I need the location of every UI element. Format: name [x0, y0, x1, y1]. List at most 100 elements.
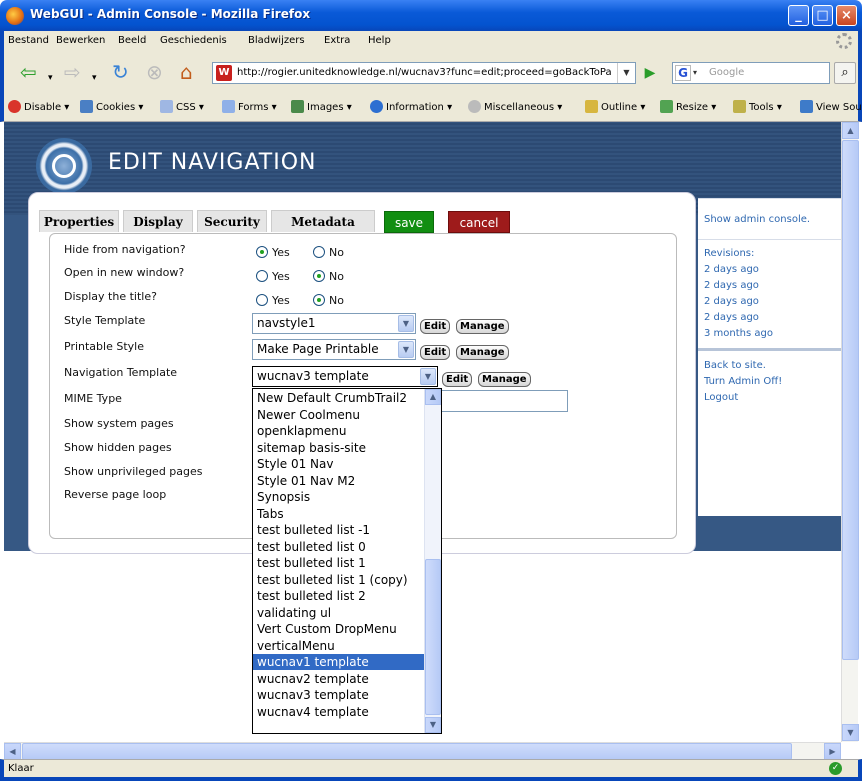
revision-link-5[interactable]: 3 months ago [704, 328, 773, 339]
revision-link-4[interactable]: 2 days ago [704, 312, 759, 323]
toolbar-images[interactable]: Images ▾ [291, 100, 352, 113]
google-engine-icon[interactable]: G [675, 65, 691, 81]
tab-metadata[interactable]: Metadata [271, 210, 375, 232]
dropdown-option[interactable]: test bulleted list 2 [253, 588, 424, 604]
dropdown-option[interactable]: wucnav2 template [253, 671, 424, 687]
revision-link-2[interactable]: 2 days ago [704, 280, 759, 291]
home-icon[interactable]: ⌂ [180, 61, 193, 83]
menu-extra[interactable]: Extra [324, 35, 350, 46]
forward-dropdown-icon[interactable]: ▾ [92, 67, 97, 89]
tab-security[interactable]: Security [197, 210, 267, 232]
toolbar-outline[interactable]: Outline ▾ [585, 100, 645, 113]
dropdown-option[interactable]: Newer Coolmenu [253, 407, 424, 423]
back-arrow-icon[interactable]: ⇦ [20, 61, 37, 83]
chevron-down-icon[interactable]: ▼ [398, 315, 414, 332]
stop-icon[interactable]: ⊗ [146, 61, 163, 83]
logout-link[interactable]: Logout [704, 392, 738, 403]
printable-style-select[interactable]: Make Page Printable ▼ [252, 339, 416, 360]
display-title-no-radio[interactable]: No [313, 294, 344, 307]
toolbar-forms[interactable]: Forms ▾ [222, 100, 277, 113]
minimize-button[interactable]: _ [788, 5, 809, 26]
go-arrow-icon[interactable]: ▶ [640, 62, 660, 84]
window-titlebar[interactable]: WebGUI - Admin Console - Mozilla Firefox… [0, 0, 862, 31]
dropdown-option[interactable]: Synopsis [253, 489, 424, 505]
address-dropdown-icon[interactable]: ▼ [617, 63, 635, 83]
navigation-template-select[interactable]: wucnav3 template ▼ [252, 366, 438, 387]
dropdown-option[interactable]: openklapmenu [253, 423, 424, 439]
scroll-left-icon[interactable]: ◀ [4, 743, 21, 760]
toolbar-view-source[interactable]: View Source ▾ [800, 100, 862, 113]
toolbar-miscellaneous[interactable]: Miscellaneous ▾ [468, 100, 562, 113]
chevron-down-icon[interactable]: ▼ [398, 341, 414, 358]
dropdown-option[interactable]: Style 01 Nav M2 [253, 473, 424, 489]
page-scroll-thumb[interactable] [842, 140, 859, 660]
scroll-down-icon[interactable]: ▼ [842, 724, 859, 741]
toolbar-css[interactable]: CSS ▾ [160, 100, 204, 113]
tab-properties[interactable]: Properties [39, 210, 119, 232]
toolbar-tools[interactable]: Tools ▾ [733, 100, 782, 113]
maximize-button[interactable]: □ [812, 5, 833, 26]
dropdown-option[interactable]: test bulleted list 1 [253, 555, 424, 571]
search-input[interactable]: G ▾ Google [672, 62, 830, 84]
dropdown-scroll-thumb[interactable] [425, 559, 441, 715]
toolbar-disable[interactable]: Disable ▾ [8, 100, 69, 113]
menu-bestand[interactable]: Bestand [8, 35, 49, 46]
dropdown-option[interactable]: verticalMenu [253, 638, 424, 654]
dropdown-scrollbar[interactable]: ▲ ▼ [424, 389, 441, 733]
dropdown-option[interactable]: Vert Custom DropMenu [253, 621, 424, 637]
dropdown-option[interactable]: sitemap basis-site [253, 440, 424, 456]
menu-beeld[interactable]: Beeld [118, 35, 146, 46]
dropdown-option[interactable]: test bulleted list 0 [253, 539, 424, 555]
revision-link-3[interactable]: 2 days ago [704, 296, 759, 307]
dropdown-option[interactable]: wucnav3 template [253, 687, 424, 703]
tab-display[interactable]: Display [123, 210, 193, 232]
scroll-down-icon[interactable]: ▼ [425, 717, 441, 733]
new-window-yes-radio[interactable]: Yes [256, 270, 290, 283]
menu-geschiedenis[interactable]: Geschiedenis [160, 35, 227, 46]
hide-nav-no-radio[interactable]: No [313, 246, 344, 259]
new-window-no-radio[interactable]: No [313, 270, 344, 283]
scroll-up-icon[interactable]: ▲ [425, 389, 441, 405]
navigation-template-dropdown[interactable]: New Default CrumbTrail2 Newer Coolmenu ope… [252, 388, 442, 734]
search-magnifier-icon[interactable]: ⌕ [834, 62, 856, 84]
scroll-up-icon[interactable]: ▲ [842, 122, 859, 139]
close-button[interactable]: × [836, 5, 857, 26]
page-hscroll-thumb[interactable] [22, 743, 792, 760]
hide-nav-yes-radio[interactable]: Yes [256, 246, 290, 259]
engine-dropdown-icon[interactable]: ▾ [693, 63, 697, 83]
menu-bladwijzers[interactable]: Bladwijzers [248, 35, 305, 46]
menu-bewerken[interactable]: Bewerken [56, 35, 105, 46]
toolbar-resize[interactable]: Resize ▾ [660, 100, 716, 113]
dropdown-option[interactable]: wucnav1 template [253, 654, 424, 670]
style-template-manage-button[interactable]: Manage [456, 319, 509, 334]
reload-icon[interactable]: ↻ [112, 61, 129, 83]
style-template-select[interactable]: navstyle1 ▼ [252, 313, 416, 334]
cancel-button[interactable]: cancel [448, 211, 510, 233]
page-vertical-scrollbar[interactable]: ▲ ▼ [841, 122, 859, 742]
dropdown-option[interactable]: New Default CrumbTrail2 [253, 390, 424, 406]
printable-style-edit-button[interactable]: Edit [420, 345, 451, 360]
navigation-template-edit-button[interactable]: Edit [442, 372, 473, 387]
navigation-template-manage-button[interactable]: Manage [478, 372, 531, 387]
dropdown-option[interactable]: test bulleted list 1 (copy) [253, 572, 424, 588]
chevron-down-icon[interactable]: ▼ [420, 368, 436, 385]
printable-style-manage-button[interactable]: Manage [456, 345, 509, 360]
style-template-edit-button[interactable]: Edit [420, 319, 451, 334]
scroll-right-icon[interactable]: ▶ [824, 743, 841, 760]
forward-arrow-icon[interactable]: ⇨ [64, 61, 81, 83]
save-button[interactable]: save [384, 211, 434, 233]
dropdown-option[interactable]: Style 01 Nav [253, 456, 424, 472]
mime-type-input[interactable] [438, 390, 568, 412]
menu-help[interactable]: Help [368, 35, 391, 46]
back-to-site-link[interactable]: Back to site. [704, 360, 766, 371]
show-admin-console-link[interactable]: Show admin console. [704, 214, 810, 225]
page-horizontal-scrollbar[interactable]: ◀ ▶ [4, 742, 841, 760]
dropdown-option[interactable]: wucnav4 template [253, 704, 424, 720]
address-bar[interactable]: W http://rogier.unitedknowledge.nl/wucna… [212, 62, 636, 84]
revision-link-1[interactable]: 2 days ago [704, 264, 759, 275]
dropdown-option[interactable]: Tabs [253, 506, 424, 522]
dropdown-option[interactable]: validating ul [253, 605, 424, 621]
dropdown-option[interactable]: test bulleted list -1 [253, 522, 424, 538]
toolbar-information[interactable]: Information ▾ [370, 100, 452, 113]
toolbar-cookies[interactable]: Cookies ▾ [80, 100, 143, 113]
